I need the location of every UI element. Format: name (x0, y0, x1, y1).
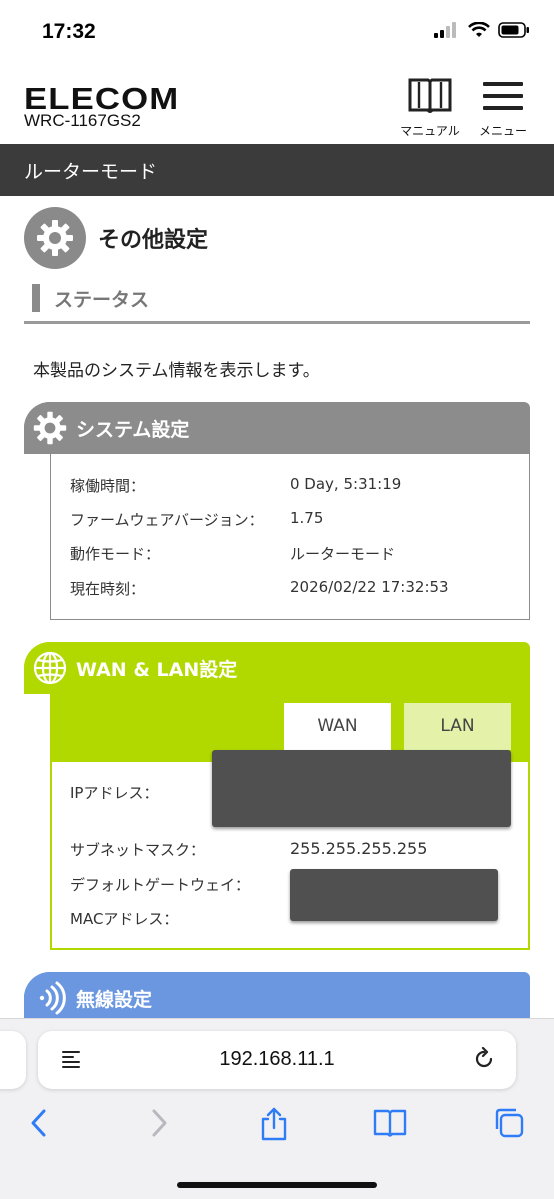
signal-icon (434, 22, 456, 38)
site-header: ELECOM WRC-1167GS2 マニュアル メニュー (0, 66, 554, 144)
bookmarks-icon[interactable] (372, 1107, 408, 1139)
share-icon[interactable] (259, 1107, 289, 1141)
system-section-title: システム設定 (76, 418, 190, 441)
wifi-icon (468, 22, 490, 37)
menu-label: メニュー (478, 124, 527, 138)
tab-lan[interactable]: LAN (404, 703, 511, 750)
status-bar: 17:32 (0, 0, 554, 66)
book-icon (408, 78, 452, 113)
battery-icon (498, 22, 529, 38)
tabs-icon[interactable] (492, 1107, 526, 1139)
wan-lan-section-title: WAN & LAN設定 (76, 658, 238, 681)
wan-lan-section-header: WAN & LAN設定 (24, 642, 530, 694)
wireless-section-title: 無線設定 (76, 988, 153, 1011)
subheading-text: ステータス (54, 289, 150, 311)
redaction-block (212, 750, 511, 827)
menu-button[interactable]: メニュー (467, 76, 539, 139)
mode-label: 動作モード： (70, 545, 161, 563)
wireless-icon-badge (24, 972, 76, 1024)
home-indicator (177, 1182, 377, 1188)
wan-icon-badge (24, 642, 76, 694)
page-title: その他設定 (24, 207, 208, 269)
page-description: 本製品のシステム情報を表示します。 (33, 361, 320, 381)
uptime-value: 0 Day, 5:31:19 (290, 475, 402, 493)
firmware-value: 1.75 (290, 509, 324, 527)
browser-toolbar (0, 1107, 554, 1151)
gear-icon (37, 220, 73, 256)
browser-bottom-bar: 192.168.11.1 (0, 1018, 554, 1199)
page-title-text: その他設定 (98, 228, 209, 253)
model-name: WRC-1167GS2 (24, 111, 141, 130)
mac-address-label: MACアドレス： (70, 910, 179, 928)
section-subheading: ステータス (24, 280, 530, 324)
subheading-bar (32, 284, 40, 312)
reload-icon[interactable] (472, 1047, 496, 1071)
gear-icon (33, 411, 67, 445)
forward-icon[interactable] (148, 1107, 170, 1139)
wifi-waves-icon (39, 981, 66, 1015)
redaction-block (290, 869, 498, 921)
mode-value: ルーターモード (290, 545, 396, 563)
hamburger-icon (483, 82, 523, 110)
globe-icon (33, 651, 67, 685)
address-bar[interactable]: 192.168.11.1 (38, 1031, 516, 1089)
ip-address-label: IPアドレス： (70, 784, 159, 802)
tab-wan[interactable]: WAN (284, 703, 391, 750)
page-gear-badge (24, 207, 86, 269)
firmware-label: ファームウェアバージョン： (70, 511, 264, 529)
subnet-mask-value: 255.255.255.255 (290, 839, 428, 858)
current-time-value: 2026/02/22 17:32:53 (290, 578, 449, 596)
system-icon-badge (24, 402, 76, 454)
status-icons (434, 22, 530, 38)
manual-label: マニュアル (400, 124, 460, 138)
system-section-header: システム設定 (24, 402, 530, 454)
mode-bar: ルーターモード (0, 144, 554, 196)
status-time: 17:32 (42, 20, 96, 43)
current-time-label: 現在時刻： (70, 580, 146, 598)
url-text: 192.168.11.1 (219, 1048, 335, 1070)
gateway-label: デフォルトゲートウェイ： (70, 876, 251, 894)
uptime-label: 稼働時間： (70, 477, 146, 495)
manual-button[interactable]: マニュアル (394, 76, 466, 139)
previous-tab-preview[interactable] (0, 1031, 26, 1089)
back-icon[interactable] (28, 1107, 50, 1139)
subnet-mask-label: サブネットマスク： (70, 841, 206, 859)
wireless-section-header: 無線設定 (24, 972, 530, 1024)
